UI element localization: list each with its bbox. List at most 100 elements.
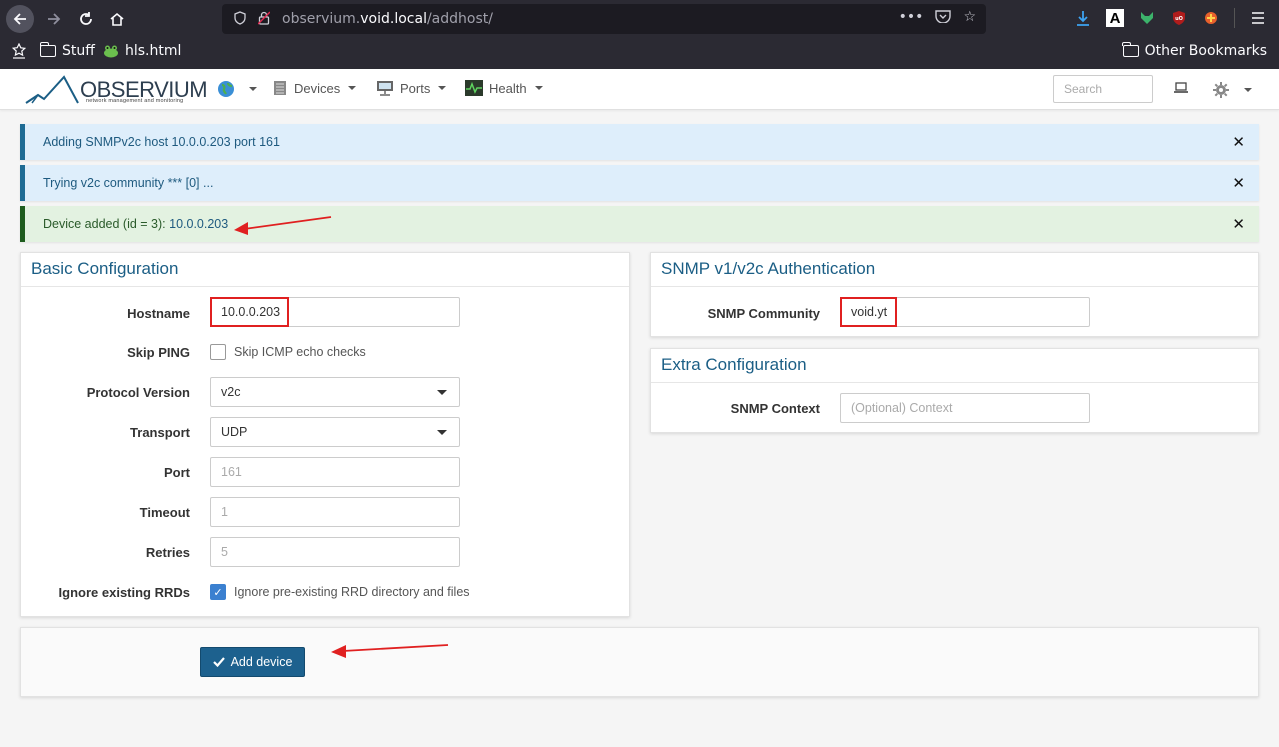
alert-text: Adding SNMPv2c host 10.0.0.203 port 161 [43, 135, 280, 149]
url-path: /addhost/ [426, 11, 493, 27]
hostname-row: Hostname [20, 298, 190, 328]
skip-ping-label: Skip PING [127, 344, 190, 360]
dropdown-caret-icon [437, 430, 447, 435]
laptop-button[interactable] [1173, 81, 1189, 95]
browser-chrome: observium.void.local/addhost/ ••• ☆ A uO [0, 0, 1279, 69]
settings-menu[interactable] [1212, 81, 1252, 99]
alert-text: Device added (id = 3): [43, 217, 170, 231]
ignore-rrd-checkbox[interactable]: ✓ [210, 584, 226, 600]
bookmarks-star-icon[interactable] [12, 43, 26, 59]
close-icon[interactable]: ✕ [1232, 174, 1245, 192]
transport-select[interactable]: UDP [210, 417, 460, 447]
toolbar-divider [1234, 8, 1235, 28]
url-domain: void.local [360, 11, 427, 27]
folder-icon [39, 42, 56, 57]
chevron-down-icon [348, 86, 357, 90]
home-button[interactable] [103, 5, 131, 33]
port-row: Port [20, 457, 190, 487]
retries-input[interactable]: 5 [210, 537, 460, 567]
browser-toolbar: observium.void.local/addhost/ ••• ☆ A uO [0, 0, 1279, 38]
panel-title: Extra Configuration [651, 349, 1258, 383]
app-navbar: OBSERVIUM network management and monitor… [0, 69, 1279, 110]
alert-adding-host: Adding SNMPv2c host 10.0.0.203 port 161 … [20, 124, 1259, 160]
retries-placeholder: 5 [221, 545, 228, 559]
search-input[interactable] [1053, 75, 1153, 103]
logo-subtitle: network management and monitoring [86, 98, 184, 104]
nav-ports-label: Ports [400, 80, 431, 96]
pocket-icon[interactable] [935, 9, 952, 27]
page-actions-icon[interactable]: ••• [899, 9, 924, 27]
forward-button[interactable] [40, 5, 68, 33]
gear-icon [1213, 82, 1229, 98]
hamburger-menu-icon[interactable] [1249, 9, 1267, 27]
back-button[interactable] [6, 5, 34, 33]
snmp-context-placeholder: (Optional) Context [851, 401, 953, 415]
globe-menu[interactable] [217, 80, 257, 98]
laptop-icon [1174, 82, 1188, 93]
port-placeholder: 161 [221, 465, 242, 479]
reload-button[interactable] [72, 5, 100, 33]
ignore-rrd-row: Ignore existing RRDs [20, 577, 190, 607]
device-link[interactable]: 10.0.0.203 [169, 217, 228, 231]
alert-trying-community: Trying v2c community *** [0] ... ✕ [20, 165, 1259, 201]
reload-icon [80, 12, 92, 25]
home-icon [110, 12, 124, 26]
nav-health[interactable]: Health [465, 80, 543, 96]
server-icon [274, 81, 286, 95]
transport-value: UDP [221, 425, 248, 439]
snmp-context-label: SNMP Context [730, 400, 820, 416]
fox-extension-icon[interactable] [1138, 9, 1156, 27]
back-arrow-icon [13, 13, 26, 25]
transport-row: Transport [20, 417, 190, 447]
other-bookmarks[interactable]: Other Bookmarks [1122, 42, 1267, 59]
timeout-row: Timeout [20, 497, 190, 527]
timeout-placeholder: 1 [221, 505, 228, 519]
url-prefix: observium. [282, 11, 361, 27]
skip-ping-checkbox[interactable] [210, 344, 226, 360]
close-icon[interactable]: ✕ [1232, 215, 1245, 233]
url-bar[interactable]: observium.void.local/addhost/ ••• ☆ [222, 4, 986, 34]
snmp-context-input[interactable]: (Optional) Context [840, 393, 1090, 423]
bookmarks-bar: Stuff hls.html Other Bookmarks [0, 38, 1279, 69]
chevron-down-icon [249, 87, 257, 91]
close-icon[interactable]: ✕ [1232, 133, 1245, 151]
download-icon[interactable] [1074, 9, 1092, 27]
bookmark-hls[interactable]: hls.html [103, 43, 181, 59]
skip-ping-control[interactable]: Skip ICMP echo checks [210, 343, 366, 361]
health-pulse-icon [465, 80, 483, 96]
panel-title: Basic Configuration [21, 253, 629, 287]
port-input[interactable]: 161 [210, 457, 460, 487]
add-device-button[interactable]: Add device [200, 647, 305, 677]
ignore-rrd-control[interactable]: ✓ Ignore pre-existing RRD directory and … [210, 583, 470, 601]
bookmark-star-icon[interactable]: ☆ [963, 9, 976, 27]
svg-text:uO: uO [1175, 16, 1183, 22]
insecure-lock-icon [254, 10, 274, 28]
panel-title: SNMP v1/v2c Authentication [651, 253, 1258, 287]
snmp-community-row: SNMP Community [650, 298, 820, 328]
bookmark-label: hls.html [125, 43, 182, 59]
retries-row: Retries [20, 537, 190, 567]
timeout-input[interactable]: 1 [210, 497, 460, 527]
shield-icon [230, 10, 250, 28]
url-text: observium.void.local/addhost/ [282, 11, 493, 27]
forward-arrow-icon [48, 13, 61, 25]
chevron-down-icon [1244, 88, 1252, 92]
mountain-logo-icon [25, 75, 79, 104]
port-label: Port [164, 464, 190, 480]
nav-devices[interactable]: Devices [272, 80, 357, 96]
network-port-icon [377, 81, 393, 96]
skip-ping-row: Skip PING [20, 337, 190, 367]
font-extension-icon[interactable]: A [1106, 9, 1124, 27]
retries-label: Retries [145, 544, 190, 560]
dropdown-caret-icon [437, 390, 447, 395]
ublock-icon[interactable]: uO [1170, 9, 1188, 27]
alert-text: Trying v2c community *** [0] ... [43, 176, 214, 190]
bookmark-folder-stuff[interactable]: Stuff [39, 42, 95, 59]
alert-device-added: Device added (id = 3): 10.0.0.203 ✕ [20, 206, 1259, 242]
nav-ports[interactable]: Ports [376, 80, 447, 96]
protocol-select[interactable]: v2c [210, 377, 460, 407]
observium-logo[interactable]: OBSERVIUM network management and monitor… [24, 73, 208, 107]
nav-health-label: Health [489, 80, 527, 96]
extension-icon[interactable] [1202, 9, 1220, 27]
chevron-down-icon [534, 86, 543, 90]
